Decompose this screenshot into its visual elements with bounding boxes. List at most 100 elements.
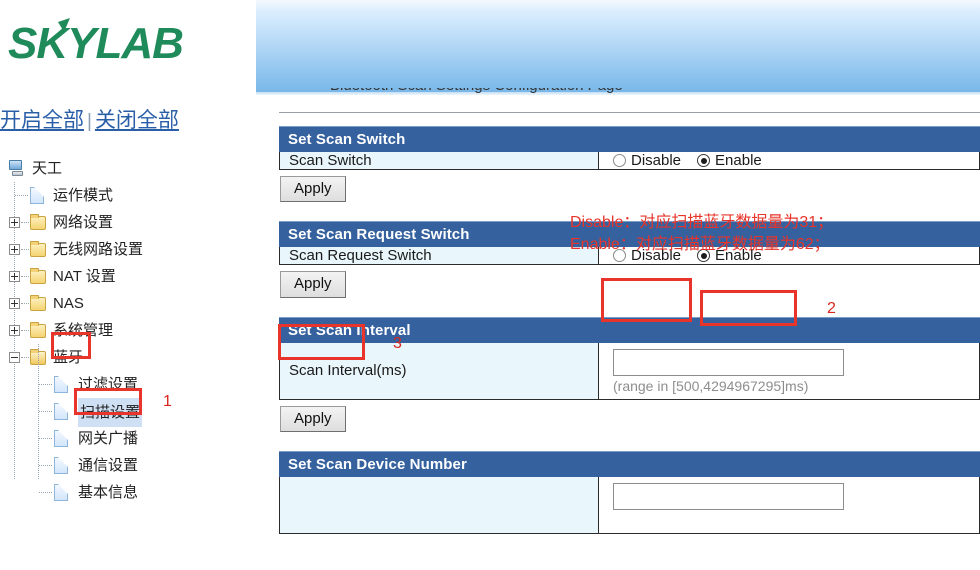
sidebar-item-label: 蓝牙	[53, 349, 84, 366]
expand-plus-icon[interactable]	[9, 325, 20, 336]
folder-icon	[30, 214, 46, 230]
sidebar-item-label: 网关广播	[78, 430, 139, 447]
section-title: Set Scan Switch	[279, 126, 980, 152]
collapse-all-link[interactable]: 关闭全部	[95, 109, 179, 132]
sidebar-item-nas[interactable]: NAS	[0, 290, 250, 317]
page-icon	[54, 430, 68, 447]
sidebar-item-label: 系统管理	[53, 322, 114, 339]
sidebar-item-operation-mode[interactable]: 运作模式	[0, 182, 250, 209]
field-label: Scan Request Switch	[280, 247, 599, 265]
sidebar-item-basic-info[interactable]: 基本信息	[0, 479, 250, 506]
sidebar-item-label: 无线网路设置	[53, 241, 144, 258]
radio-label: Enable	[715, 152, 762, 169]
field-label: Scan Switch	[280, 152, 599, 169]
sidebar-item-label: 网络设置	[53, 214, 114, 231]
skylab-logo: SKYLAB	[8, 16, 240, 72]
tree-connector	[21, 357, 29, 358]
expand-plus-icon[interactable]	[9, 298, 20, 309]
tree-connector	[21, 222, 29, 223]
page-icon	[54, 484, 68, 501]
field-label: Scan Interval(ms)	[280, 342, 599, 399]
tree-toggle-links: 开启全部 | 关闭全部	[0, 104, 240, 134]
tree-connector	[39, 438, 52, 439]
section-set-scan-device-number: Set Scan Device Number	[279, 450, 980, 534]
annotation-step-1: 1	[163, 393, 172, 410]
sidebar-item-label: 过滤设置	[78, 376, 139, 393]
table-row: Scan Switch Disable Enable	[279, 152, 980, 170]
scan-interval-range-hint: (range in [500,4294967295]ms)	[613, 377, 809, 394]
collapse-minus-icon[interactable]	[9, 352, 20, 363]
radio-scan-switch-disable[interactable]: Disable	[613, 152, 681, 169]
tree-connector	[39, 465, 52, 466]
apply-scan-switch-button[interactable]: Apply	[280, 176, 346, 203]
tree-root-label: 天工	[32, 160, 63, 177]
clipped-banner-text-value: Bluetooth Scan Settings Configuration Pa…	[330, 88, 623, 94]
sidebar: SKYLAB 开启全部 | 关闭全部 天工 运作模式 网络设置 无线网路设置 N…	[0, 0, 250, 570]
svg-text:SKYLAB: SKYLAB	[8, 19, 183, 68]
annotation-note-line-2: Enable：对应扫描蓝牙数据量为62；	[570, 236, 830, 253]
sidebar-item-wireless-settings[interactable]: 无线网路设置	[0, 236, 250, 263]
sidebar-item-label: 基本信息	[78, 484, 139, 501]
page-icon	[54, 403, 68, 420]
section-title: Set Scan Device Number	[279, 450, 980, 477]
radio-scan-switch-enable[interactable]: Enable	[697, 152, 762, 169]
sidebar-item-nat-settings[interactable]: NAT 设置	[0, 263, 250, 290]
folder-icon	[30, 241, 46, 257]
apply-scan-request-switch-button[interactable]: Apply	[280, 271, 346, 298]
radio-circle-icon	[613, 154, 626, 167]
expand-all-link[interactable]: 开启全部	[0, 109, 84, 132]
radio-circle-selected-icon	[697, 154, 711, 167]
apply-scan-interval-button[interactable]: Apply	[280, 405, 346, 432]
tree-connector	[15, 195, 28, 196]
radio-label: Disable	[631, 152, 682, 169]
tree-root-item[interactable]: 天工	[0, 155, 250, 182]
expand-plus-icon[interactable]	[9, 271, 20, 282]
tree-connector	[21, 303, 29, 304]
clipped-banner-text: Bluetooth Scan Settings Configuration Pa…	[330, 88, 850, 100]
annotation-step-3: 3	[393, 335, 402, 352]
folder-icon	[30, 268, 46, 284]
sidebar-item-label: 通信设置	[78, 457, 139, 474]
computer-icon	[8, 160, 25, 177]
annotation-note-line-1: Disable：对应扫描蓝牙数据量为31；	[570, 214, 834, 231]
tree-connector	[39, 492, 52, 493]
tree-connector	[39, 384, 52, 385]
scan-interval-input[interactable]	[613, 348, 844, 376]
folder-icon	[30, 295, 46, 311]
page-icon	[54, 376, 68, 393]
tree-connector	[21, 276, 29, 277]
sidebar-item-system-management[interactable]: 系统管理	[0, 317, 250, 344]
folder-icon	[30, 322, 46, 338]
sidebar-item-label: NAS	[53, 295, 84, 312]
link-separator: |	[87, 111, 92, 132]
table-row	[279, 476, 980, 534]
sidebar-item-scan-settings[interactable]: 扫描设置	[0, 398, 250, 427]
expand-plus-icon[interactable]	[9, 217, 20, 228]
page-icon	[54, 457, 68, 474]
field-value: Disable Enable	[599, 152, 979, 169]
field-label	[280, 476, 599, 533]
sidebar-item-network-settings[interactable]: 网络设置	[0, 209, 250, 236]
field-value: (range in [500,4294967295]ms)	[599, 343, 979, 399]
tree-connector	[39, 411, 52, 412]
sidebar-item-filter-settings[interactable]: 过滤设置	[0, 371, 250, 398]
page-banner	[256, 0, 980, 95]
main-content: Set Scan Switch Scan Switch Disable Enab…	[279, 112, 980, 534]
section-set-scan-interval: Set Scan Interval Scan Interval(ms) (ran…	[279, 316, 980, 432]
scan-device-number-input[interactable]	[613, 482, 844, 510]
navigation-tree: 天工 运作模式 网络设置 无线网路设置 NAT 设置 NAS 系统管理 蓝牙 过…	[0, 155, 250, 506]
sidebar-item-communication-settings[interactable]: 通信设置	[0, 452, 250, 479]
sidebar-item-label: NAT 设置	[53, 268, 116, 285]
expand-plus-icon[interactable]	[9, 244, 20, 255]
annotation-step-2: 2	[827, 300, 836, 317]
tree-connector	[21, 249, 29, 250]
scan-switch-radio-group: Disable Enable	[613, 152, 762, 169]
sidebar-item-label: 运作模式	[53, 187, 114, 204]
section-set-scan-switch: Set Scan Switch Scan Switch Disable Enab…	[279, 126, 980, 203]
page-icon	[30, 187, 44, 204]
field-value	[599, 477, 979, 533]
sidebar-item-gateway-broadcast[interactable]: 网关广播	[0, 425, 250, 452]
sidebar-item-label-selected: 扫描设置	[78, 398, 143, 427]
